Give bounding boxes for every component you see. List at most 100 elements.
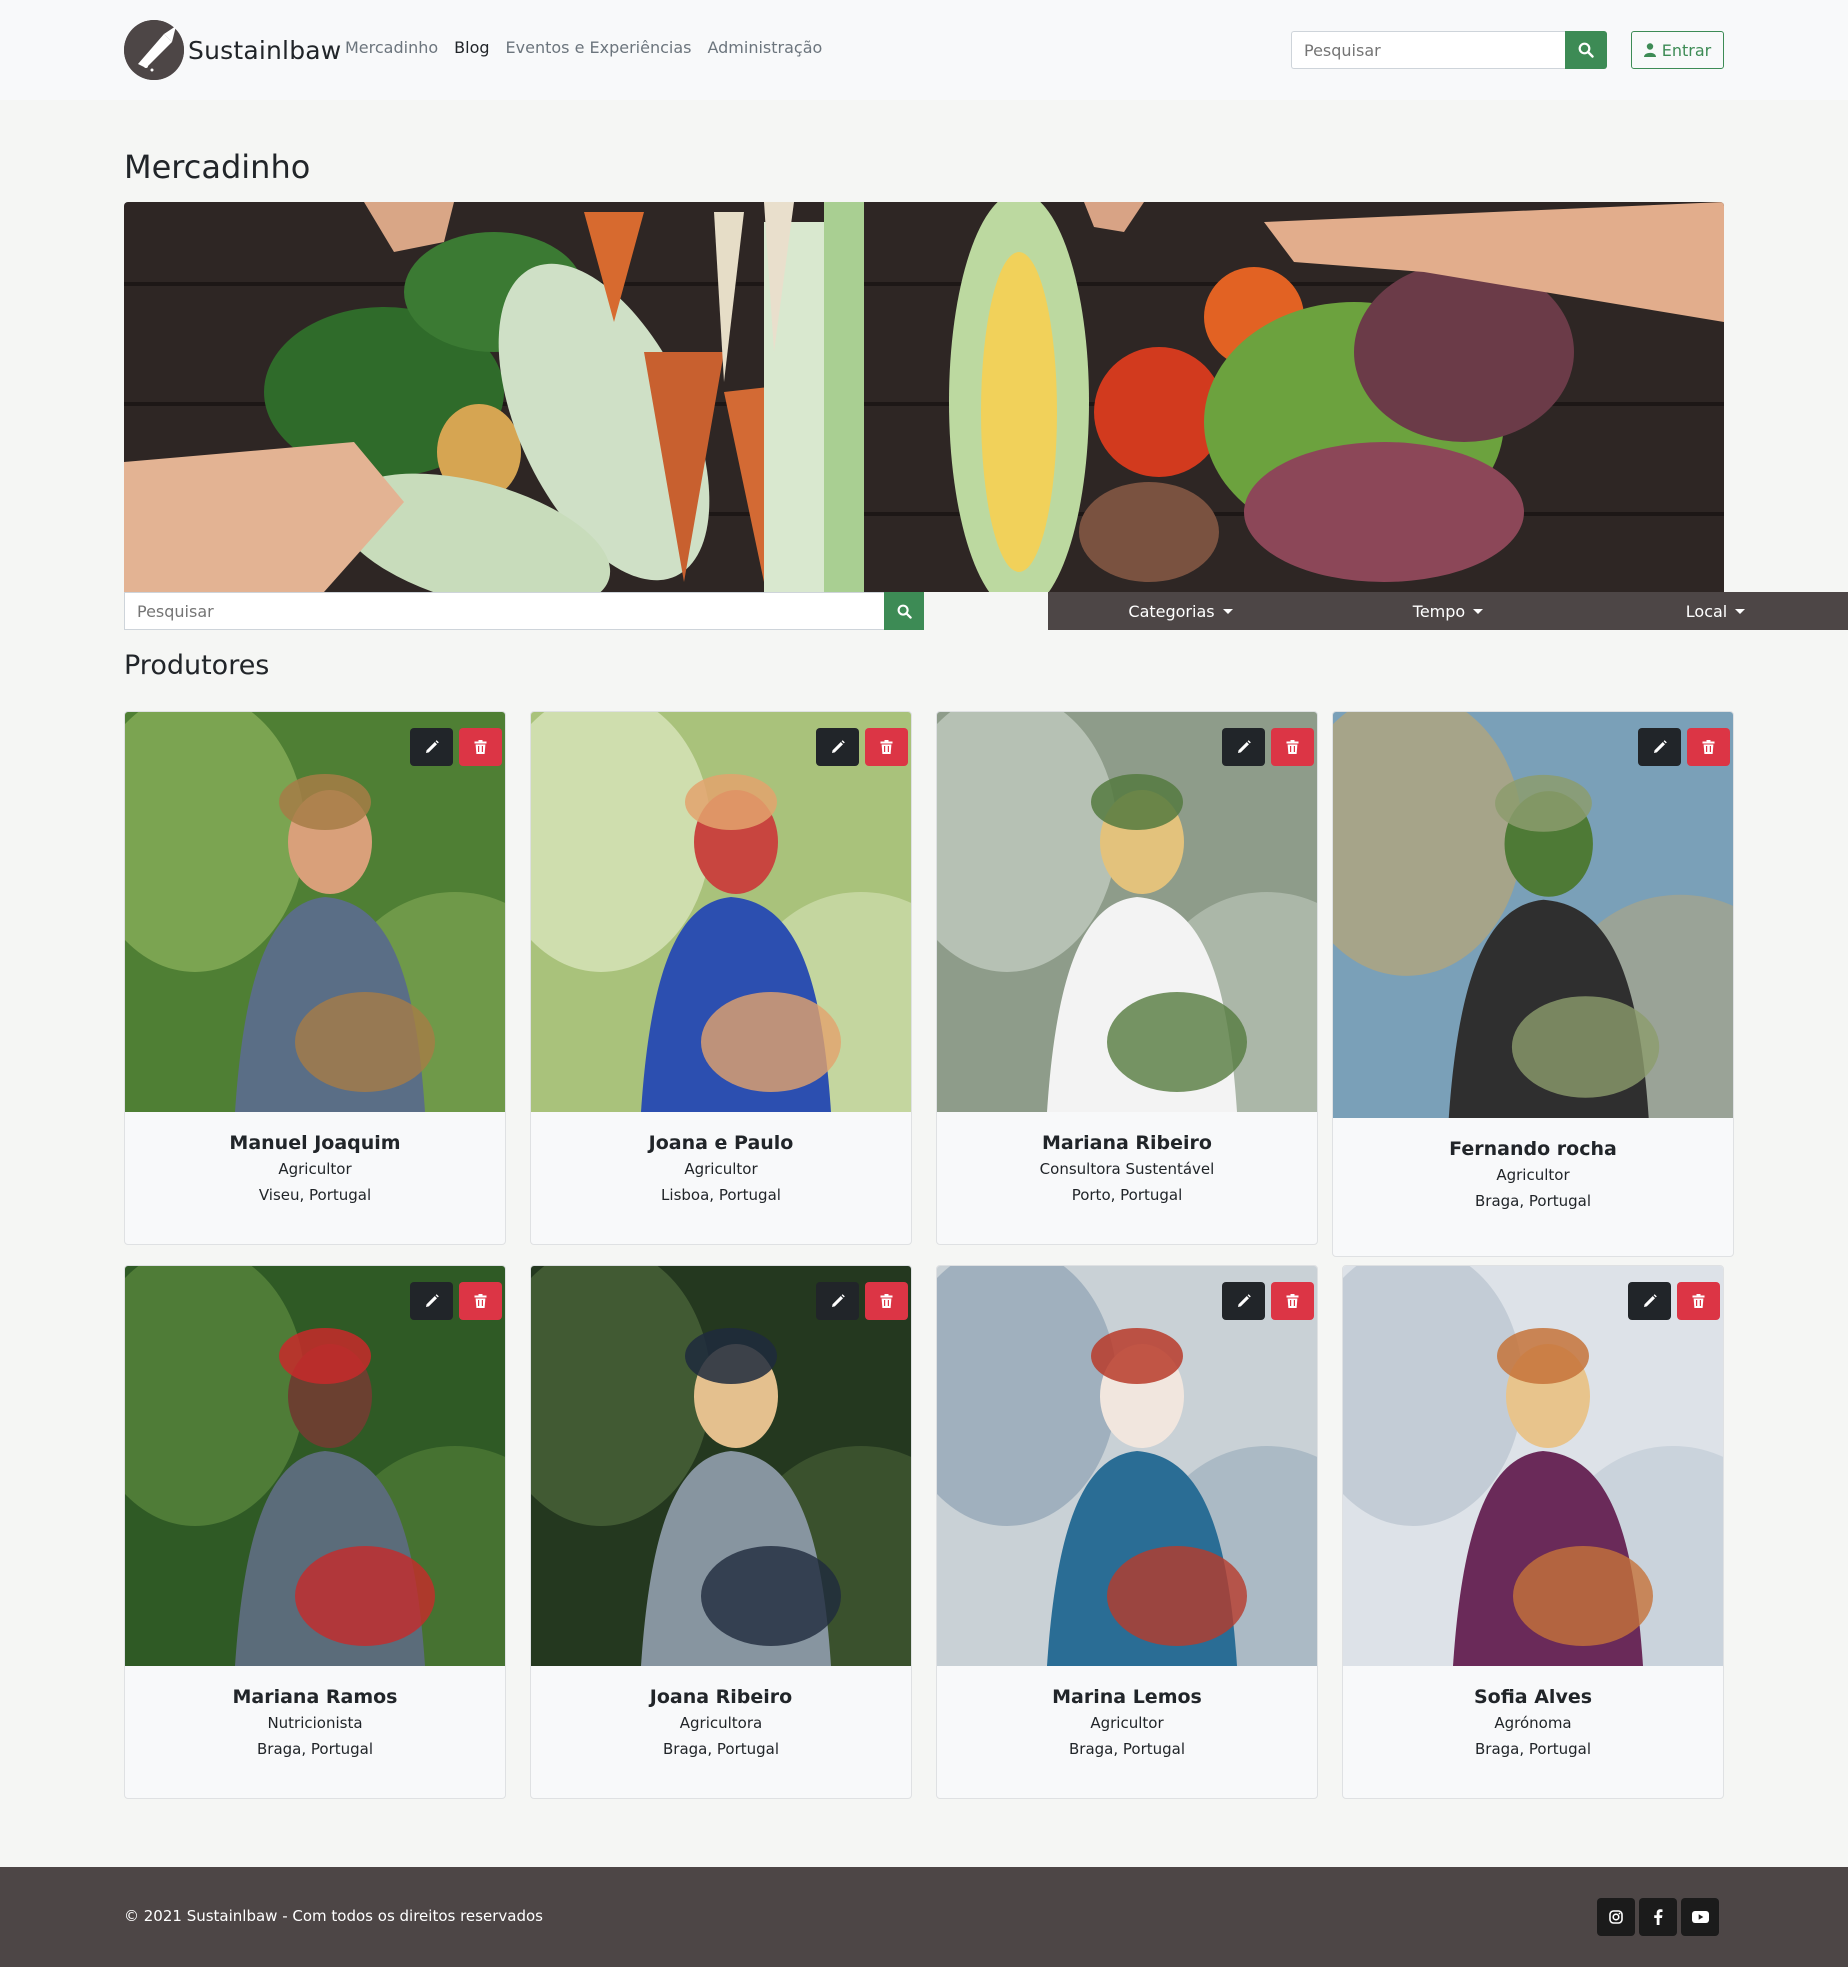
- producer-role: Consultora Sustentável: [1039, 1160, 1215, 1178]
- edit-button[interactable]: [410, 728, 453, 766]
- card-actions: [410, 728, 502, 766]
- filter-search-input[interactable]: [124, 592, 884, 630]
- producer-location: Braga, Portugal: [1474, 1740, 1592, 1758]
- producer-name[interactable]: Joana Ribeiro: [531, 1686, 911, 1708]
- facebook-icon: [1654, 1909, 1663, 1925]
- footer: © 2021 Sustainlbaw - Com todos os direit…: [0, 1867, 1848, 1967]
- pencil-icon: [831, 1294, 845, 1307]
- producer-photo: [937, 1266, 1317, 1666]
- time-label: Tempo: [1412, 601, 1466, 621]
- navbar: Sustainlbaw Mercadinho Blog Eventos e Ex…: [0, 0, 1848, 100]
- trash-icon: [1286, 740, 1299, 754]
- caret-down-icon: [1222, 608, 1233, 614]
- hero-image: [124, 202, 1724, 592]
- youtube-button[interactable]: [1681, 1898, 1719, 1936]
- nav-search-input[interactable]: [1291, 31, 1565, 69]
- producer-name[interactable]: Sofia Alves: [1343, 1686, 1723, 1708]
- trash-icon: [1286, 1294, 1299, 1308]
- producer-photo: [531, 712, 911, 1112]
- producer-card[interactable]: Mariana Ribeiro Consultora Sustentável Por…: [936, 711, 1318, 1245]
- location-dropdown[interactable]: Local: [1583, 592, 1848, 630]
- card-actions: [1638, 728, 1730, 766]
- nav-item-mercadinho[interactable]: Mercadinho: [345, 38, 438, 57]
- social-links: [1597, 1898, 1719, 1936]
- pencil-icon: [831, 740, 845, 753]
- producer-role: Nutricionista: [267, 1714, 363, 1732]
- edit-button[interactable]: [816, 1282, 859, 1320]
- producer-card[interactable]: Manuel Joaquim Agricultor Viseu, Portugal: [124, 711, 506, 1245]
- producer-photo: [125, 712, 505, 1112]
- pencil-icon: [425, 1294, 439, 1307]
- producer-name[interactable]: Fernando rocha: [1333, 1138, 1733, 1160]
- edit-button[interactable]: [816, 728, 859, 766]
- location-label: Local: [1685, 601, 1728, 621]
- producer-card[interactable]: Marina Lemos Agricultor Braga, Portugal: [936, 1265, 1318, 1799]
- producer-photo: [1343, 1266, 1723, 1666]
- pencil-icon: [1653, 740, 1667, 753]
- producer-role: Agricultor: [684, 1160, 758, 1178]
- producer-card[interactable]: Joana e Paulo Agricultor Lisboa, Portugal: [530, 711, 912, 1245]
- delete-button[interactable]: [1677, 1282, 1720, 1320]
- producer-location: Viseu, Portugal: [258, 1186, 372, 1204]
- edit-button[interactable]: [1638, 728, 1681, 766]
- logo-icon: [124, 20, 184, 80]
- producer-name[interactable]: Joana e Paulo: [531, 1132, 911, 1154]
- filter-search-button[interactable]: [884, 592, 924, 630]
- nav-links: Mercadinho Blog Eventos e Experiências A…: [345, 38, 822, 57]
- card-actions: [1628, 1282, 1720, 1320]
- edit-button[interactable]: [410, 1282, 453, 1320]
- card-actions: [816, 1282, 908, 1320]
- pencil-icon: [425, 740, 439, 753]
- delete-button[interactable]: [459, 1282, 502, 1320]
- brand-name: Sustainlbaw: [188, 35, 342, 65]
- delete-button[interactable]: [459, 728, 502, 766]
- producer-location: Braga, Portugal: [662, 1740, 780, 1758]
- card-body: Fernando rocha Agricultor Braga, Portugal: [1333, 1118, 1733, 1210]
- producer-name[interactable]: Manuel Joaquim: [125, 1132, 505, 1154]
- card-body: Sofia Alves Agrónoma Braga, Portugal: [1343, 1666, 1723, 1758]
- pencil-icon: [1237, 740, 1251, 753]
- pencil-icon: [1643, 1294, 1657, 1307]
- producer-name[interactable]: Mariana Ramos: [125, 1686, 505, 1708]
- search-icon: [1578, 42, 1594, 58]
- producer-name[interactable]: Marina Lemos: [937, 1686, 1317, 1708]
- filter-dropdowns: Categorias Tempo Local: [1048, 592, 1848, 630]
- delete-button[interactable]: [1271, 728, 1314, 766]
- trash-icon: [880, 1294, 893, 1308]
- delete-button[interactable]: [865, 728, 908, 766]
- edit-button[interactable]: [1628, 1282, 1671, 1320]
- delete-button[interactable]: [865, 1282, 908, 1320]
- producer-card[interactable]: Joana Ribeiro Agricultora Braga, Portugal: [530, 1265, 912, 1799]
- producer-role: Agrónoma: [1494, 1714, 1572, 1732]
- trash-icon: [880, 740, 893, 754]
- brand-link[interactable]: Sustainlbaw: [124, 19, 341, 81]
- delete-button[interactable]: [1687, 728, 1730, 766]
- card-body: Mariana Ramos Nutricionista Braga, Portuga…: [125, 1666, 505, 1758]
- nav-item-eventos[interactable]: Eventos e Experiências: [506, 38, 692, 57]
- edit-button[interactable]: [1222, 728, 1265, 766]
- instagram-icon: [1609, 1910, 1623, 1924]
- card-actions: [410, 1282, 502, 1320]
- facebook-button[interactable]: [1639, 1898, 1677, 1936]
- producer-name[interactable]: Mariana Ribeiro: [937, 1132, 1317, 1154]
- card-body: Joana e Paulo Agricultor Lisboa, Portugal: [531, 1112, 911, 1204]
- delete-button[interactable]: [1271, 1282, 1314, 1320]
- producer-photo: [531, 1266, 911, 1666]
- card-body: Manuel Joaquim Agricultor Viseu, Portugal: [125, 1112, 505, 1204]
- trash-icon: [1702, 740, 1715, 754]
- categories-dropdown[interactable]: Categorias: [1048, 592, 1313, 630]
- nav-item-administracao[interactable]: Administração: [707, 38, 822, 57]
- producer-card[interactable]: Mariana Ramos Nutricionista Braga, Portuga…: [124, 1265, 506, 1799]
- time-dropdown[interactable]: Tempo: [1313, 592, 1583, 630]
- nav-item-blog[interactable]: Blog: [454, 38, 489, 57]
- producer-card[interactable]: Fernando rocha Agricultor Braga, Portugal: [1332, 711, 1734, 1257]
- user-icon: [1643, 43, 1656, 57]
- copyright-text: © 2021 Sustainlbaw - Com todos os direit…: [124, 1907, 543, 1925]
- caret-down-icon: [1473, 608, 1484, 614]
- nav-search-button[interactable]: [1565, 31, 1607, 69]
- login-label: Entrar: [1661, 40, 1712, 60]
- edit-button[interactable]: [1222, 1282, 1265, 1320]
- login-button[interactable]: Entrar: [1631, 31, 1724, 69]
- instagram-button[interactable]: [1597, 1898, 1635, 1936]
- producer-card[interactable]: Sofia Alves Agrónoma Braga, Portugal: [1342, 1265, 1724, 1799]
